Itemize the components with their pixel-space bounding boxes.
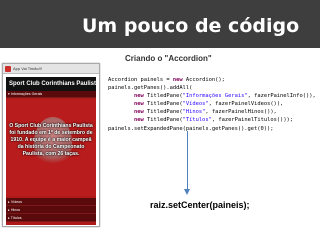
window-titlebar: App Vai Timão!!! [3, 64, 99, 74]
window-title: App Vai Timão!!! [13, 66, 43, 71]
accordion-pane-header-info[interactable]: ▾ Informações Gerais [6, 91, 96, 98]
code-block: Accordion painels = new Accordion(); pai… [108, 77, 316, 132]
accordion-pane-header-titulos[interactable]: ▸ Títulos [6, 214, 96, 222]
accordion-pane-header-hinos[interactable]: ▸ Hinos [6, 206, 96, 214]
flow-arrow-head [184, 189, 190, 195]
app-bar-title: Sport Club Corinthians Paulista [6, 77, 96, 91]
accordion-pane-content: O Sport Club Corinthians Paulista foi fu… [6, 99, 96, 196]
app-content: Sport Club Corinthians Paulista ▾ Inform… [6, 77, 96, 225]
accordion-pane-header-videos[interactable]: ▸ Vídeos [6, 198, 96, 206]
slide-subtitle: Criando o "Accordion" [125, 54, 212, 63]
slide-title: Um pouco de código [82, 15, 300, 37]
collapsed-panes: ▸ Vídeos ▸ Hinos ▸ Títulos [6, 198, 96, 222]
app-icon [5, 65, 11, 72]
pane-content-text: O Sport Club Corinthians Paulista foi fu… [9, 123, 93, 157]
flow-arrow-line [187, 131, 188, 191]
pane-header-label: Informações Gerais [10, 92, 43, 96]
root-set-center-call: raiz.setCenter(paineis); [150, 200, 250, 210]
app-screenshot: App Vai Timão!!! Sport Club Corinthians … [2, 63, 100, 227]
slide-header: Um pouco de código [0, 0, 320, 48]
